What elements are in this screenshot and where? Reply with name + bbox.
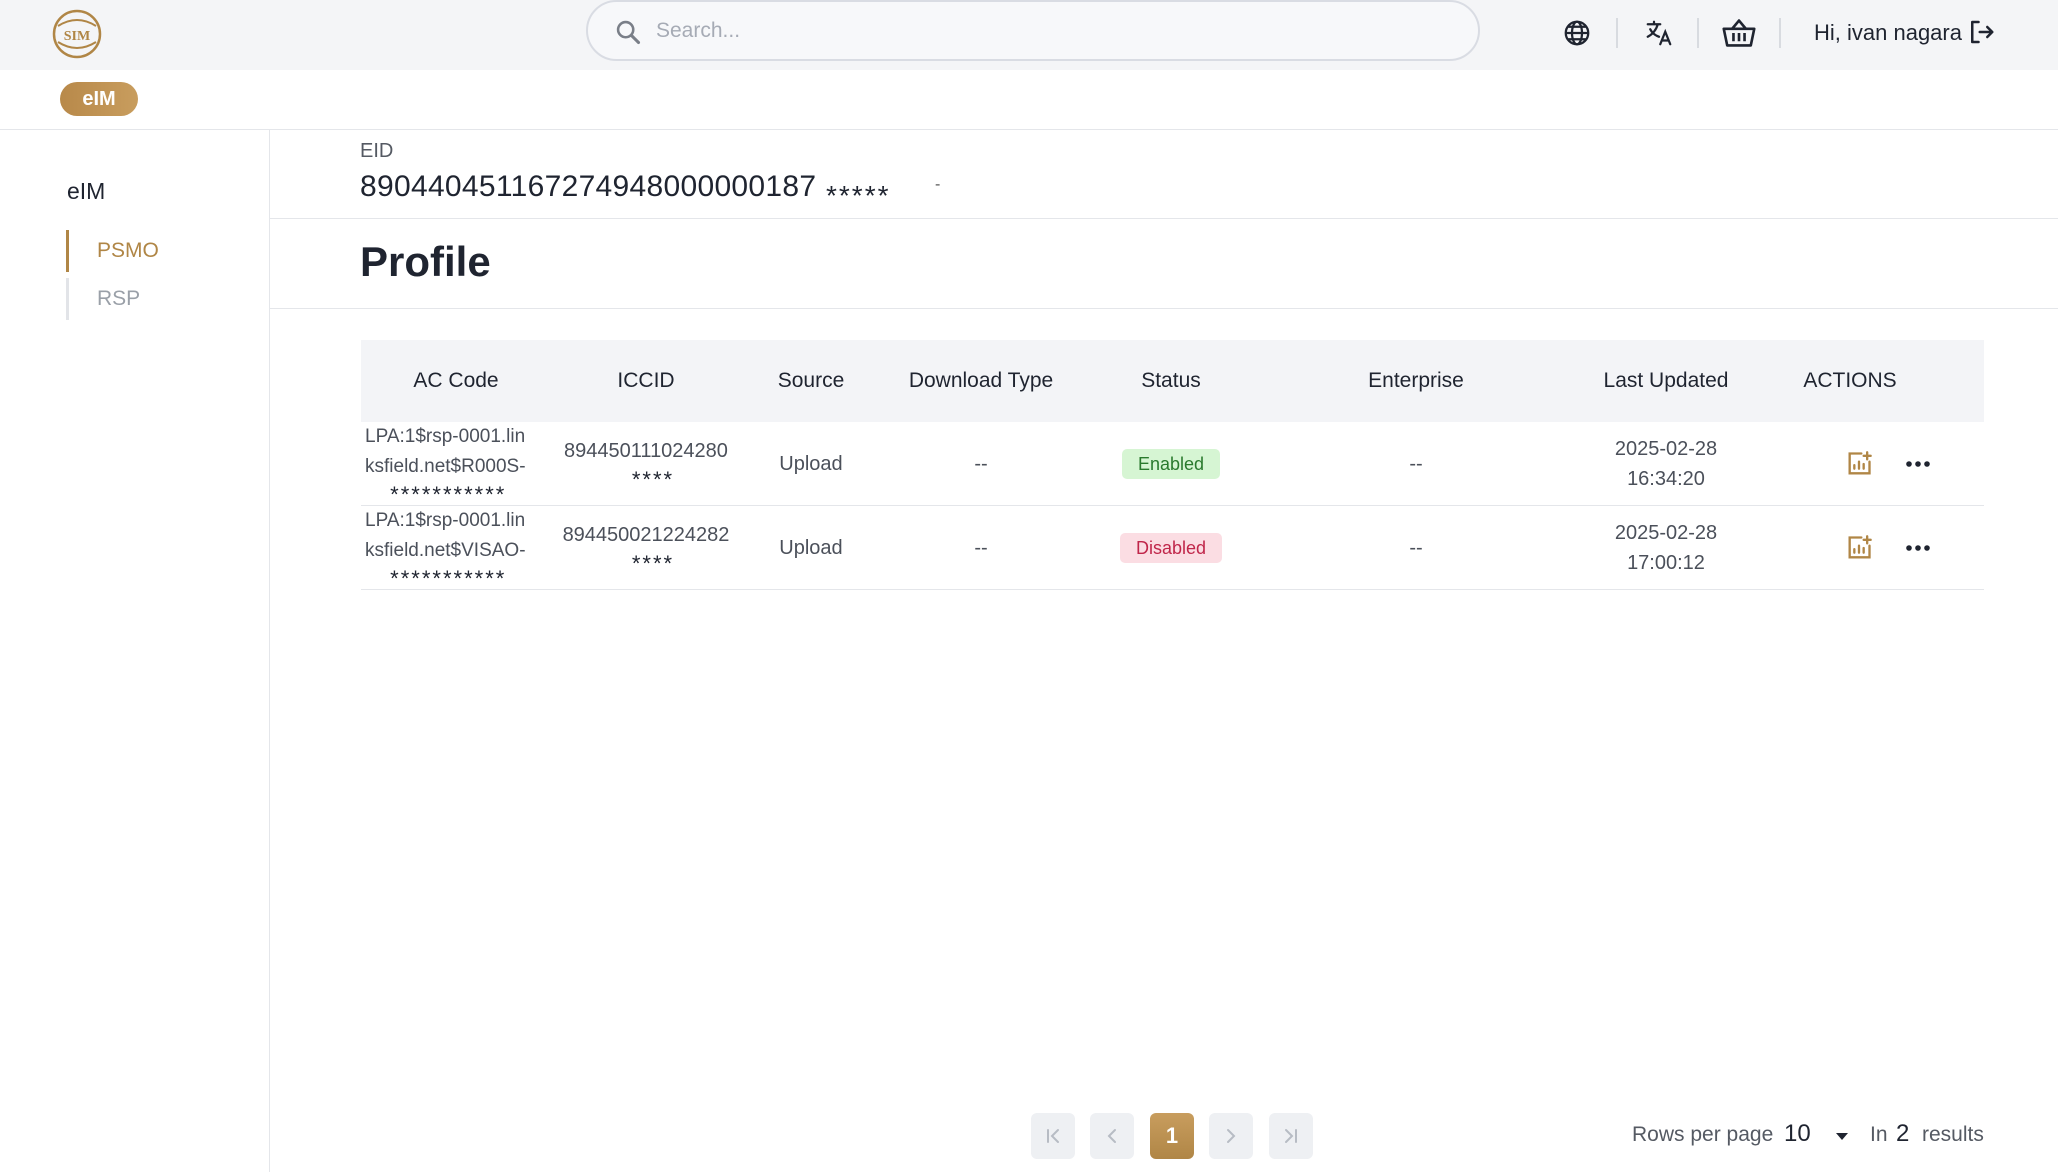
results-suffix: results: [1922, 1123, 1984, 1146]
eid-value: 8904404511672749480000001​87: [360, 170, 817, 203]
download-type-cell: --: [974, 536, 988, 559]
status-cell: Disabled: [1081, 506, 1261, 590]
last-page-button[interactable]: [1269, 1113, 1313, 1159]
column-header-iccid[interactable]: ICCID: [551, 340, 741, 422]
sidebar-item-psmo[interactable]: PSMO: [66, 230, 246, 272]
globe-icon[interactable]: [1558, 14, 1596, 52]
sidebar-title: eIM: [67, 178, 106, 204]
iccid-mask: ****: [631, 551, 675, 576]
column-header-ac-code[interactable]: AC Code: [361, 340, 551, 422]
eid-mask: *****: [826, 180, 891, 211]
source-cell: Upload: [779, 452, 843, 475]
column-header-download-type[interactable]: Download Type: [881, 340, 1081, 422]
iccid-cell: 894450021224282 ****: [551, 506, 741, 590]
profile-table: AC Code ICCID Source Download Type Statu…: [361, 340, 1984, 591]
divider: [1697, 18, 1699, 48]
statistics-icon[interactable]: [1843, 448, 1875, 480]
rows-per-page-select[interactable]: 10: [1784, 1120, 1811, 1148]
divider: [270, 218, 2058, 219]
ac-code-line: ksfield.net$VISAO-: [365, 540, 526, 561]
iccid-value: 894450111024280: [564, 440, 728, 462]
results-prefix: In: [1870, 1123, 1888, 1146]
status-cell: Enabled: [1081, 422, 1261, 506]
column-header-last-updated[interactable]: Last Updated: [1571, 340, 1761, 422]
page-title: Profile: [360, 238, 491, 285]
user-greeting[interactable]: Hi, ivan nagara: [1814, 20, 1962, 46]
status-badge: Enabled: [1121, 449, 1221, 479]
table-row[interactable]: LPA:1$rsp-0001.lin ksfield.net$R000S- **…: [361, 422, 1984, 507]
translate-icon[interactable]: [1640, 14, 1678, 52]
logout-icon[interactable]: [1966, 17, 1998, 49]
results-count: 2: [1896, 1120, 1910, 1147]
divider: [1616, 18, 1618, 48]
chevron-down-icon[interactable]: [1832, 1126, 1852, 1146]
time-value: 16:34:20: [1627, 468, 1705, 490]
more-options-icon[interactable]: [1902, 448, 1934, 480]
iccid-value: 894450021224282: [562, 524, 730, 546]
ac-code-cell: LPA:1$rsp-0001.lin ksfield.net$R000S- **…: [365, 422, 551, 507]
iccid-cell: 894450111024280 ****: [551, 422, 741, 506]
time-value: 17:00:12: [1627, 552, 1705, 574]
iccid-mask: ****: [631, 467, 675, 492]
sidebar: eIM PSMO RSP: [0, 130, 270, 1172]
module-bar: eIM: [0, 70, 2058, 130]
svg-text:SIM: SIM: [64, 29, 90, 44]
sidebar-item-rsp[interactable]: RSP: [66, 278, 246, 320]
last-updated-cell: 2025-02-28 16:34:20: [1571, 422, 1761, 506]
more-options-icon[interactable]: [1902, 532, 1934, 564]
column-header-actions: ACTIONS: [1803, 369, 1897, 392]
ac-code-line: ksfield.net$R000S-: [365, 456, 526, 477]
divider: [1779, 18, 1781, 48]
prev-page-button[interactable]: [1090, 1113, 1134, 1159]
column-header-source[interactable]: Source: [741, 340, 881, 422]
page-button-current[interactable]: 1: [1150, 1113, 1194, 1159]
eim-module-pill[interactable]: eIM: [60, 82, 138, 116]
enterprise-cell: --: [1409, 452, 1423, 475]
download-type-cell: --: [974, 452, 988, 475]
column-header-enterprise[interactable]: Enterprise: [1261, 340, 1571, 422]
rows-per-page-label: Rows per page: [1632, 1123, 1774, 1146]
column-header-status[interactable]: Status: [1081, 340, 1261, 422]
last-updated-cell: 2025-02-28 17:00:12: [1571, 506, 1761, 590]
table-header: AC Code ICCID Source Download Type Statu…: [361, 340, 1984, 422]
eid-suffix: -: [935, 176, 941, 193]
sim-logo-icon[interactable]: SIM: [50, 8, 104, 60]
next-page-button[interactable]: [1209, 1113, 1253, 1159]
search-input[interactable]: [656, 12, 1436, 50]
statistics-icon[interactable]: [1843, 532, 1875, 564]
ac-code-mask: ***********: [390, 566, 507, 591]
ac-code-cell: LPA:1$rsp-0001.lin ksfield.net$VISAO- **…: [365, 506, 551, 591]
search-icon: [614, 18, 642, 46]
enterprise-cell: --: [1409, 536, 1423, 559]
table-row[interactable]: LPA:1$rsp-0001.lin ksfield.net$VISAO- **…: [361, 506, 1984, 591]
status-badge: Disabled: [1119, 533, 1223, 563]
source-cell: Upload: [779, 536, 843, 559]
eid-label: EID: [360, 140, 394, 162]
basket-icon[interactable]: [1720, 14, 1758, 52]
top-bar: SIM Hi, ivan nagara: [0, 0, 2058, 70]
search-bar[interactable]: [586, 0, 1480, 61]
ac-code-line: LPA:1$rsp-0001.lin: [365, 426, 526, 447]
divider: [270, 308, 2058, 309]
first-page-button[interactable]: [1031, 1113, 1075, 1159]
ac-code-line: LPA:1$rsp-0001.lin: [365, 510, 526, 531]
date-value: 2025-02-28: [1614, 438, 1718, 460]
date-value: 2025-02-28: [1614, 522, 1718, 544]
